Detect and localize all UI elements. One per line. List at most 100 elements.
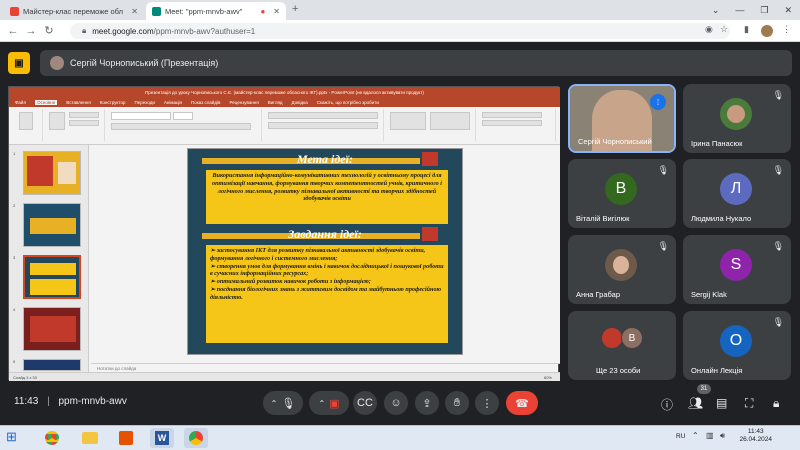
recording-dot-icon: ● <box>260 6 266 16</box>
participant-avatar: S <box>720 249 752 281</box>
menu-home[interactable]: Основне <box>35 100 58 105</box>
slide-thumbnail[interactable] <box>23 151 81 195</box>
participant-avatar: О <box>720 325 752 357</box>
menu-design[interactable]: Конструктор <box>100 100 126 105</box>
word-icon[interactable]: W <box>150 428 174 448</box>
participant-photo <box>601 327 623 349</box>
file-explorer-icon[interactable] <box>78 428 102 448</box>
meeting-code: ppm-mnvb-awv <box>58 396 127 407</box>
tab-masterclass[interactable]: Майстер-клас переможе обл ✕ <box>4 2 144 20</box>
camera-toggle-button[interactable]: ⌃ ▣ <box>309 391 349 415</box>
ppt-menu: Файл Основне Вставлення Конструктор Пере… <box>9 98 560 107</box>
language-indicator[interactable]: RU <box>676 433 685 440</box>
menu-tell-me[interactable]: Скажіть, що потрібно зробити <box>317 100 379 105</box>
participant-tile[interactable]: ⁞ Сергій Чорнописький <box>568 84 676 153</box>
menu-help[interactable]: Довідка <box>292 100 308 105</box>
participant-name: Віталій Вигілюк <box>576 214 630 223</box>
minimize-icon[interactable]: — <box>735 5 744 15</box>
media-player-icon[interactable] <box>114 428 138 448</box>
browser-tab-bar: Майстер-клас переможе обл ✕ Meet: "ppm-m… <box>0 0 800 20</box>
participant-tile[interactable]: 🎙︎ Анна Грабар <box>568 235 676 304</box>
chat-icon[interactable]: ▤ <box>716 396 727 410</box>
sidebar-icon[interactable]: ▮ <box>744 24 749 35</box>
ppt-title-bar: Презентація до уроку Чорнописького С.Є. … <box>9 87 560 98</box>
slide-thumbnail[interactable] <box>23 307 81 351</box>
slide-title-goal: Мета ідеї: <box>297 152 353 166</box>
window-controls: ⌄ — ❐ ✕ <box>712 0 800 20</box>
participant-tile[interactable]: В 🎙︎ Віталій Вигілюк <box>568 159 676 228</box>
maximize-icon[interactable]: ❐ <box>760 5 768 16</box>
captions-button[interactable]: CC <box>353 391 377 415</box>
clock-time: 11:43 <box>747 428 764 435</box>
host-controls-icon[interactable]: 🔒︎ <box>773 396 779 411</box>
meeting-time: 11:43 <box>14 396 39 407</box>
camera-icon[interactable]: ◉ <box>705 24 713 35</box>
taskbar-clock[interactable]: 11:43 26.04.2024 <box>739 428 772 445</box>
more-options-button[interactable]: ⋮ <box>475 391 499 415</box>
back-icon[interactable]: ← <box>4 25 22 37</box>
present-button[interactable]: ⇪ <box>415 391 439 415</box>
participant-name: Анна Грабар <box>576 290 620 299</box>
participant-name: Онлайн Лекція <box>691 366 743 375</box>
ribbon-clipboard <box>11 109 43 141</box>
notes-pane[interactable]: Нотатки до слайда <box>91 363 560 372</box>
zoom-level[interactable]: 60% <box>544 375 552 380</box>
windows-start-icon[interactable]: ⊞ <box>6 429 24 446</box>
hand-icon: ✋︎ <box>453 396 461 409</box>
participant-avatar: В <box>621 327 643 349</box>
new-tab-button[interactable]: + <box>292 3 298 15</box>
activities-icon[interactable]: ⛶ <box>745 396 753 411</box>
tab-meet[interactable]: Meet: "ppm-mnvb-awv" ● ✕ <box>146 2 286 20</box>
people-icon[interactable]: 👥︎ <box>688 396 703 410</box>
menu-slideshow[interactable]: Показ слайдів <box>191 100 220 105</box>
participant-name: Sergij Klak <box>691 290 727 299</box>
participant-tile[interactable]: Л 🎙︎ Людмила Нукало <box>683 159 791 228</box>
participant-tile[interactable]: S 🎙︎ Sergij Klak <box>683 235 791 304</box>
captions-icon: CC <box>357 397 373 409</box>
participant-tile[interactable]: 🎙︎ Ірина Панасюк <box>683 84 791 153</box>
tab-title: Майстер-клас переможе обл <box>23 6 123 16</box>
raise-hand-button[interactable]: ✋︎ <box>445 391 469 415</box>
camera-off-icon: ▣ <box>329 397 340 410</box>
slide-thumbnail[interactable] <box>23 359 81 371</box>
menu-icon[interactable]: ⋮ <box>782 24 791 35</box>
volume-icon[interactable]: 🔊︎ <box>720 431 725 441</box>
reload-icon[interactable]: ↻ <box>40 24 58 37</box>
profile-avatar[interactable] <box>761 25 773 37</box>
chrome-icon[interactable] <box>40 428 64 448</box>
tab-search-icon[interactable]: ⌄ <box>712 5 720 16</box>
leave-call-button[interactable]: ☎︎ <box>506 391 538 415</box>
ppt-ribbon <box>9 107 560 145</box>
mic-toggle-button[interactable]: ⌃ 🎙︎ <box>263 391 303 415</box>
forward-icon[interactable]: → <box>22 25 40 37</box>
slide-thumbnail-selected[interactable] <box>23 255 81 299</box>
close-icon[interactable]: ✕ <box>273 7 280 16</box>
tray-arrow-icon[interactable]: ⌃ <box>692 431 699 440</box>
participant-avatar: В <box>605 173 637 205</box>
current-slide[interactable]: Мета ідеї: Використання інформаційно-ком… <box>187 148 463 355</box>
mic-off-icon: 🎙︎ <box>772 241 784 251</box>
network-icon[interactable]: ▥ <box>706 431 714 440</box>
menu-animation[interactable]: Анімація <box>164 100 182 105</box>
menu-view[interactable]: Вигляд <box>268 100 283 105</box>
participant-tile-others[interactable]: В Ще 23 особи <box>568 311 676 380</box>
menu-file[interactable]: Файл <box>15 100 26 105</box>
menu-insert[interactable]: Вставлення <box>66 100 91 105</box>
presenter-avatar <box>50 56 64 70</box>
url-path: /ppm-mnvb-awv?authuser=1 <box>153 26 256 36</box>
close-window-icon[interactable]: ✕ <box>784 5 792 16</box>
mic-off-icon: 🎙︎ <box>772 317 784 327</box>
info-icon[interactable]: ⓘ <box>661 396 673 413</box>
menu-transitions[interactable]: Переходи <box>134 100 154 105</box>
close-icon[interactable]: ✕ <box>131 7 138 16</box>
emoji-icon: ☺ <box>390 397 402 409</box>
participant-photo <box>605 249 637 281</box>
star-icon[interactable]: ☆ <box>720 24 728 35</box>
menu-review[interactable]: Рецензування <box>229 100 258 105</box>
url-input[interactable]: 🔒︎ meet.google.com/ppm-mnvb-awv?authuser… <box>70 23 730 39</box>
participant-tile[interactable]: О 🎙︎ Онлайн Лекція <box>683 311 791 380</box>
slide-thumbnail[interactable] <box>23 203 81 247</box>
chrome-active-icon[interactable] <box>184 428 208 448</box>
reactions-button[interactable]: ☺ <box>384 391 408 415</box>
clock-date: 26.04.2024 <box>739 436 772 444</box>
